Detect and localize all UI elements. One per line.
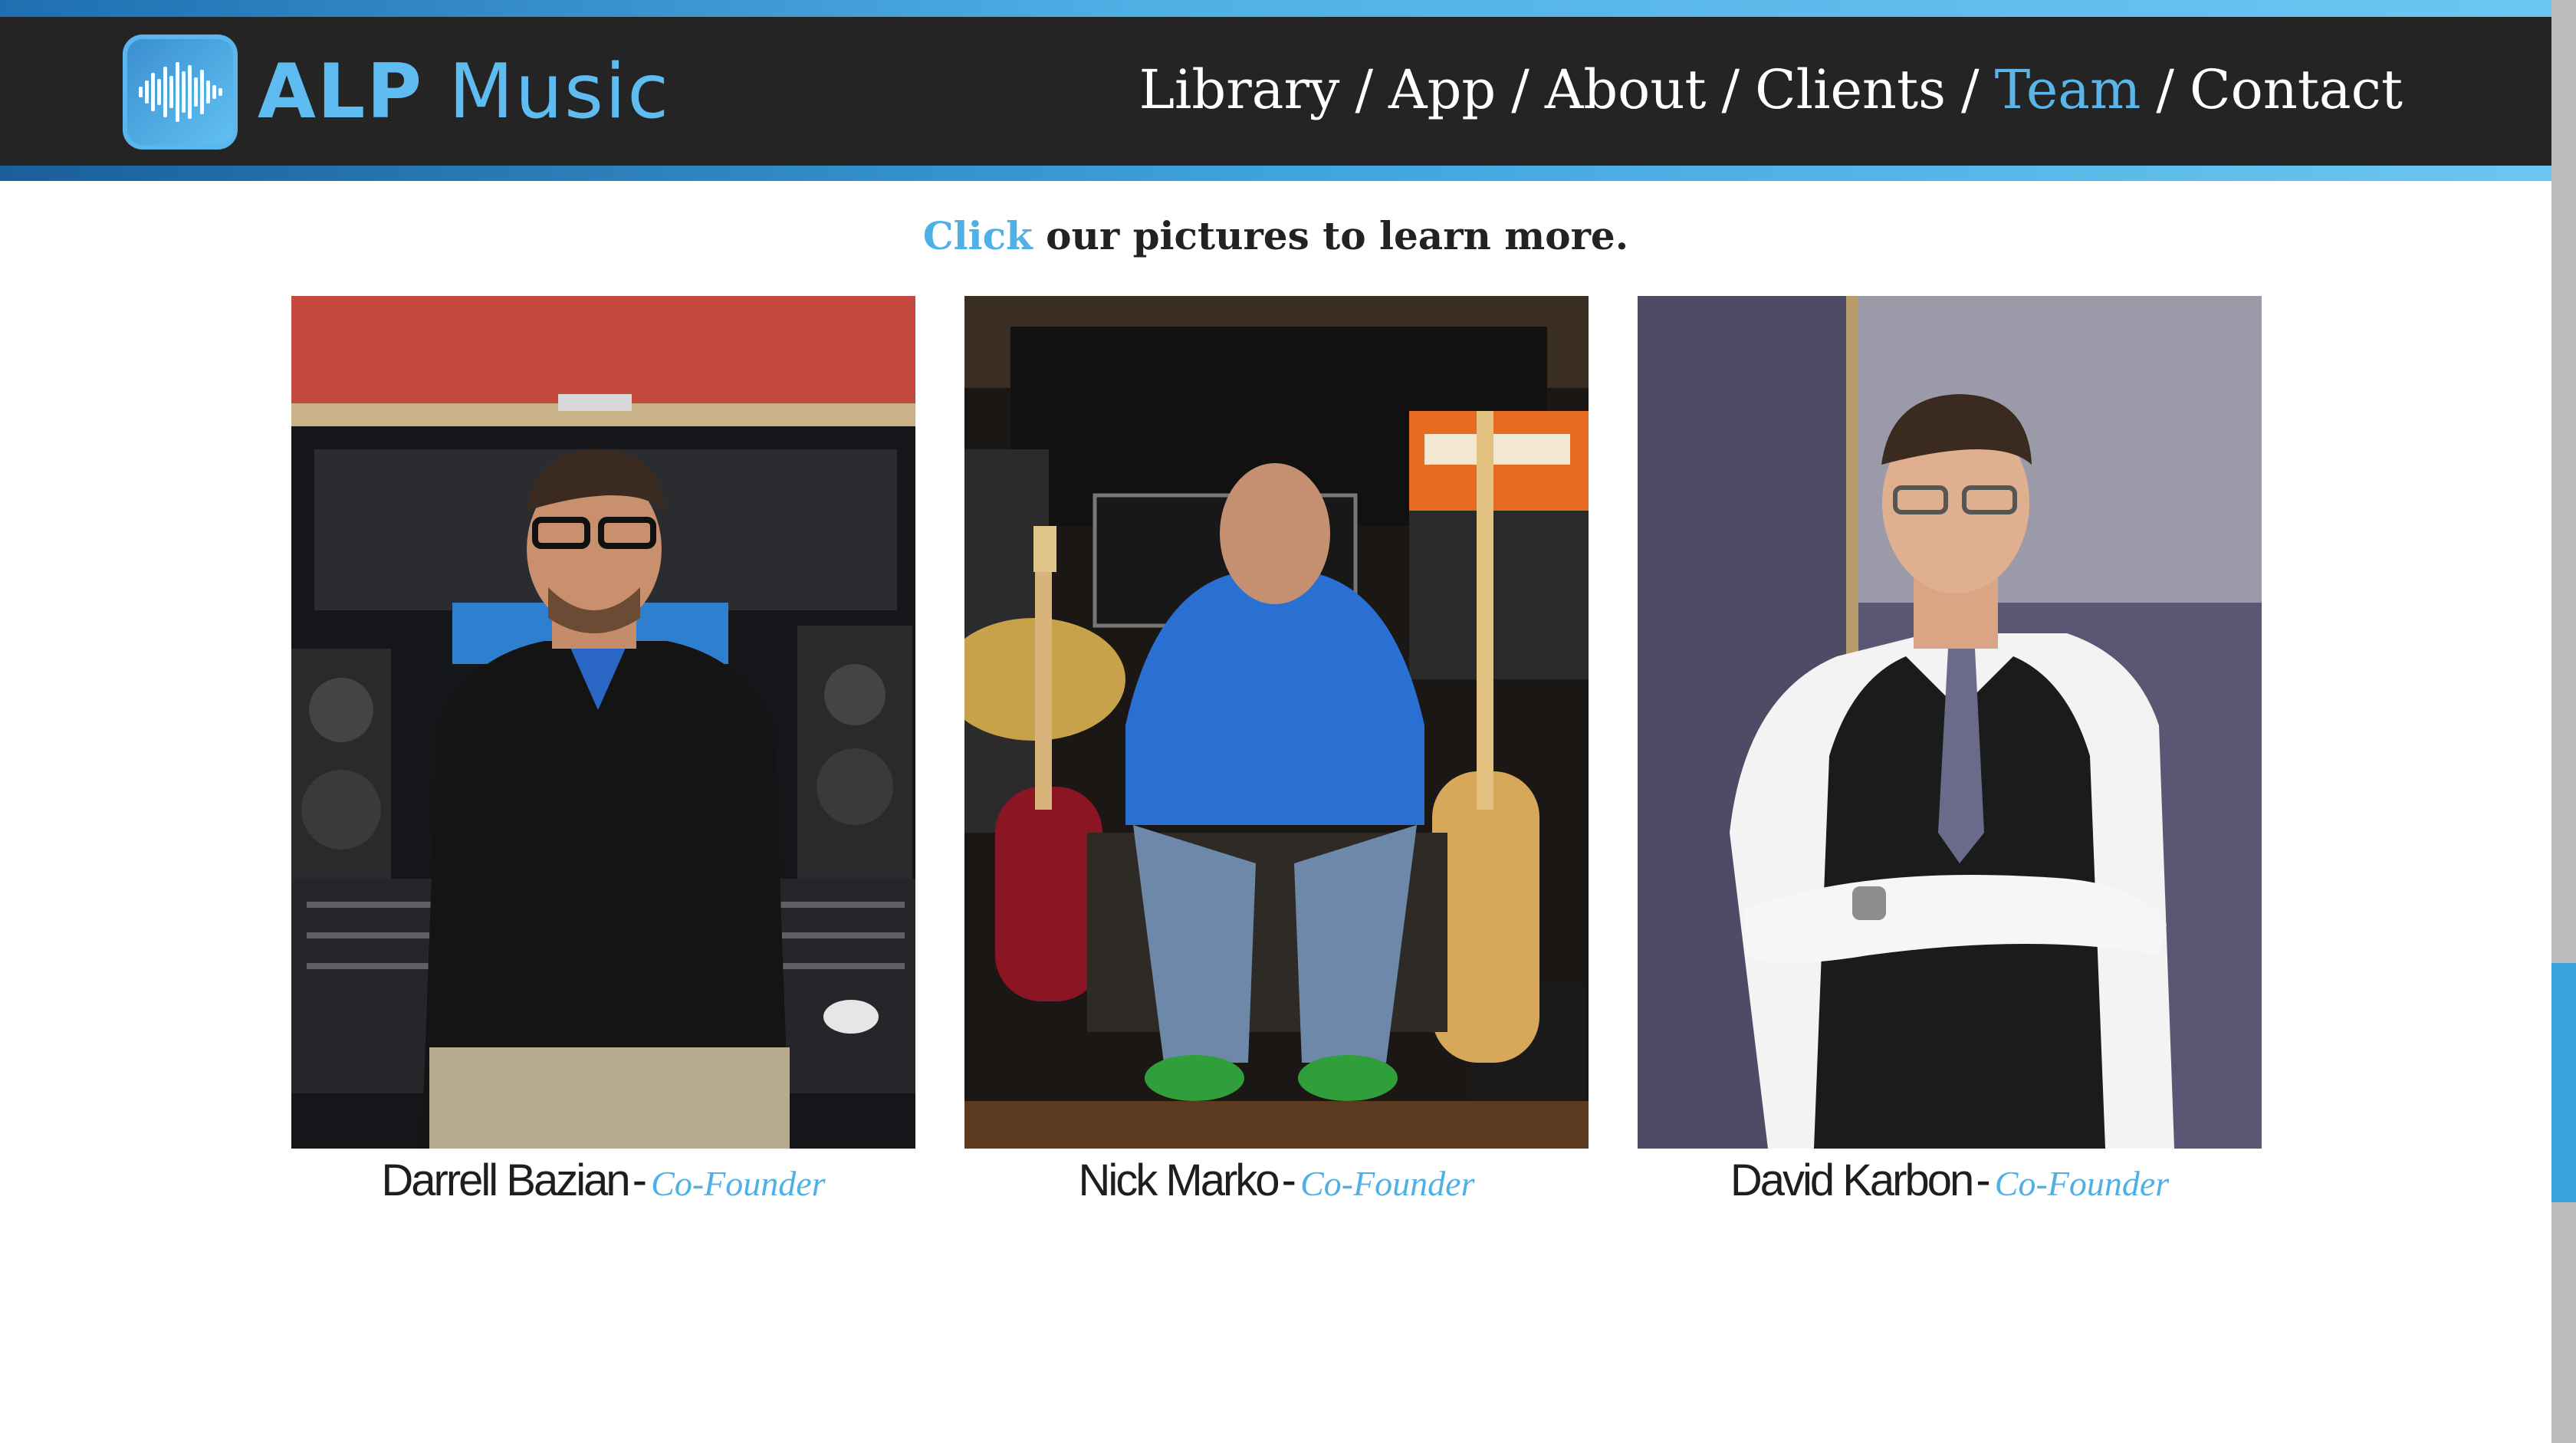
caption-dash: -: [1976, 1155, 1991, 1205]
header-accent-bar-top: [0, 0, 2551, 17]
nav-item-app[interactable]: App: [1388, 58, 1496, 121]
nav-item-clients[interactable]: Clients: [1755, 58, 1946, 121]
caption-dash: -: [632, 1155, 648, 1205]
team-member-name: David Karbon: [1730, 1155, 1974, 1205]
team-intro: Click our pictures to learn more.: [0, 213, 2551, 258]
team-card-david: David Karbon - Co-Founder: [1638, 296, 2262, 1206]
portrait-suit-arms-crossed-icon: [1638, 296, 2262, 1149]
team-card-nick: Nick Marko - Co-Founder: [964, 296, 1589, 1206]
portrait-guitars-amps-icon: [964, 296, 1589, 1149]
team-member-name: Nick Marko: [1078, 1155, 1280, 1205]
scrollbar-track[interactable]: [2551, 0, 2576, 1443]
nav-item-about[interactable]: About: [1545, 58, 1707, 121]
brand-name: ALP Music: [258, 48, 670, 136]
team-caption: David Karbon - Co-Founder: [1638, 1155, 2262, 1206]
team-member-role: Co-Founder: [651, 1164, 826, 1203]
nav-separator: /: [1511, 58, 1530, 121]
portrait-studio-console-icon: [291, 296, 915, 1149]
team-caption: Nick Marko - Co-Founder: [964, 1155, 1589, 1206]
header-accent-bar-bottom: [0, 166, 2551, 181]
brand-name-bold: ALP: [258, 48, 424, 136]
team-photo[interactable]: [1638, 296, 2262, 1149]
team-card-darrell: Darrell Bazian - Co-Founder: [291, 296, 915, 1206]
team-member-name: Darrell Bazian: [381, 1155, 630, 1205]
nav-separator: /: [1961, 58, 1980, 121]
nav-separator: /: [2156, 58, 2175, 121]
team-member-role: Co-Founder: [1300, 1164, 1475, 1203]
scrollbar-thumb[interactable]: [2551, 963, 2576, 1202]
site-header: ALP Music Library / App / About / Client…: [0, 0, 2551, 181]
team-photo[interactable]: [291, 296, 915, 1149]
team-caption: Darrell Bazian - Co-Founder: [291, 1155, 915, 1206]
nav-item-team[interactable]: Team: [1995, 58, 2141, 121]
team-member-role: Co-Founder: [1994, 1164, 2170, 1203]
team-photo[interactable]: [964, 296, 1589, 1149]
brand-name-regular: Music: [449, 48, 671, 136]
nav-separator: /: [1721, 58, 1740, 121]
main-nav: Library / App / About / Clients / Team /…: [1139, 58, 2403, 121]
nav-item-contact[interactable]: Contact: [2190, 58, 2403, 121]
nav-separator: /: [1355, 58, 1374, 121]
intro-click-word: Click: [922, 213, 1033, 258]
nav-item-library[interactable]: Library: [1139, 58, 1340, 121]
site-logo[interactable]: ALP Music: [123, 29, 670, 155]
intro-text: our pictures to learn more.: [1046, 213, 1629, 258]
waveform-icon: [123, 35, 238, 150]
caption-dash: -: [1281, 1155, 1296, 1205]
